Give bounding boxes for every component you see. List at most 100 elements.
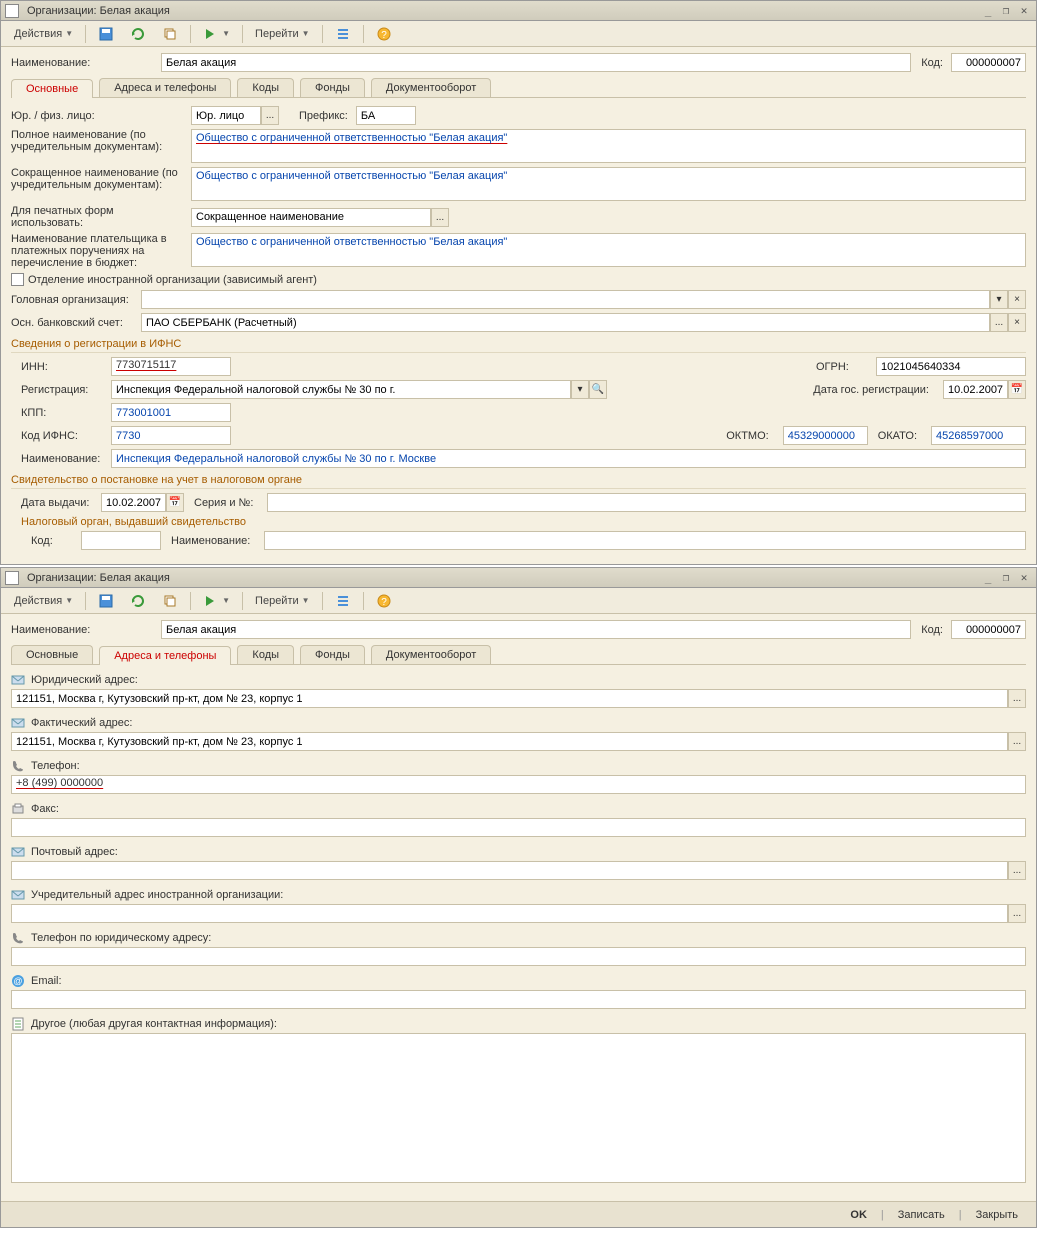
name-input[interactable] <box>161 53 911 72</box>
refresh-icon-button[interactable] <box>123 24 153 44</box>
other-textarea[interactable] <box>11 1033 1026 1183</box>
list-icon-button[interactable] <box>328 591 358 611</box>
legal-addr-input[interactable] <box>11 689 1008 708</box>
printform-more-button[interactable]: ... <box>431 208 449 227</box>
entity-select[interactable] <box>191 106 261 125</box>
ogrn-input[interactable] <box>876 357 1026 376</box>
goto-icon-button[interactable]: ▼ <box>196 591 237 611</box>
tab-addresses[interactable]: Адреса и телефоны <box>99 78 231 97</box>
foreign-addr-more-button[interactable]: ... <box>1008 904 1026 923</box>
inn-label: ИНН: <box>21 361 111 373</box>
printform-select[interactable] <box>191 208 431 227</box>
certname-input[interactable] <box>264 531 1026 550</box>
close-button[interactable]: ✕ <box>1016 571 1032 585</box>
separator <box>242 25 243 43</box>
help-icon-button[interactable]: ? <box>369 24 399 44</box>
phone-label: Телефон: <box>31 760 88 772</box>
goto-menu[interactable]: Перейти▼ <box>248 591 317 611</box>
inn-input[interactable]: 7730715117 <box>111 357 231 376</box>
save-button[interactable]: Записать <box>890 1207 953 1223</box>
bank-input[interactable] <box>141 313 990 332</box>
minimize-button[interactable]: _ <box>980 571 996 585</box>
kpp-input[interactable] <box>111 403 231 422</box>
phone-input[interactable]: +8 (499) 0000000 <box>11 775 1026 794</box>
okato-input[interactable] <box>931 426 1026 445</box>
payer-input[interactable]: Общество с ограниченной ответственностью… <box>191 233 1026 267</box>
address-icon <box>11 888 25 902</box>
refresh-icon-button[interactable] <box>123 591 153 611</box>
list-icon-button[interactable] <box>328 24 358 44</box>
legal-addr-more-button[interactable]: ... <box>1008 689 1026 708</box>
tab-main[interactable]: Основные <box>11 645 93 664</box>
tab-docs[interactable]: Документооборот <box>371 78 491 97</box>
close-button[interactable]: ✕ <box>1016 4 1032 18</box>
certdate-calendar-button[interactable]: 📅 <box>166 493 184 512</box>
window-title: Организации: Белая акация <box>23 572 978 584</box>
postal-addr-more-button[interactable]: ... <box>1008 861 1026 880</box>
foreign-addr-input[interactable] <box>11 904 1008 923</box>
help-icon-button[interactable]: ? <box>369 591 399 611</box>
prefix-input[interactable] <box>356 106 416 125</box>
postal-addr-label: Почтовый адрес: <box>31 846 126 858</box>
other-label: Другое (любая другая контактная информац… <box>31 1018 285 1030</box>
tab-funds[interactable]: Фонды <box>300 645 365 664</box>
regdate-calendar-button[interactable]: 📅 <box>1008 380 1026 399</box>
tab-funds[interactable]: Фонды <box>300 78 365 97</box>
tab-addresses[interactable]: Адреса и телефоны <box>99 646 231 665</box>
oktmo-input[interactable] <box>783 426 868 445</box>
headorg-dropdown-button[interactable]: ▾ <box>990 290 1008 309</box>
headorg-clear-button[interactable]: × <box>1008 290 1026 309</box>
fax-input[interactable] <box>11 818 1026 837</box>
actual-addr-input[interactable] <box>11 732 1008 751</box>
foreign-checkbox[interactable] <box>11 273 24 286</box>
tab-docs[interactable]: Документооборот <box>371 645 491 664</box>
ifnsname-input[interactable] <box>111 449 1026 468</box>
regdate-input[interactable] <box>943 380 1008 399</box>
legalphone-input[interactable] <box>11 947 1026 966</box>
okato-label: ОКАТО: <box>878 430 925 442</box>
goto-menu[interactable]: Перейти▼ <box>248 24 317 44</box>
reg-input[interactable] <box>111 380 571 399</box>
reg-dropdown-button[interactable]: ▾ <box>571 380 589 399</box>
goto-icon-button[interactable]: ▼ <box>196 24 237 44</box>
reg-search-button[interactable]: 🔍 <box>589 380 607 399</box>
fullname-input[interactable]: Общество с ограниченной ответственностью… <box>191 129 1026 163</box>
maximize-button[interactable]: ❐ <box>998 571 1014 585</box>
certdate-input[interactable] <box>101 493 166 512</box>
certcode-input[interactable] <box>81 531 161 550</box>
copy-icon-button[interactable] <box>155 591 185 611</box>
code-input[interactable] <box>951 620 1026 639</box>
entity-more-button[interactable]: ... <box>261 106 279 125</box>
note-icon <box>11 1017 25 1031</box>
name-label: Наименование: <box>11 624 161 636</box>
bank-clear-button[interactable]: × <box>1008 313 1026 332</box>
ok-button[interactable]: OK <box>842 1207 875 1223</box>
tab-codes[interactable]: Коды <box>237 78 294 97</box>
headorg-input[interactable] <box>141 290 990 309</box>
postal-addr-input[interactable] <box>11 861 1008 880</box>
tab-codes[interactable]: Коды <box>237 645 294 664</box>
separator <box>85 592 86 610</box>
fullname-label: Полное наименование (по учредительным до… <box>11 129 191 153</box>
tab-main[interactable]: Основные <box>11 79 93 98</box>
email-input[interactable] <box>11 990 1026 1009</box>
copy-icon-button[interactable] <box>155 24 185 44</box>
ifnscode-input[interactable] <box>111 426 231 445</box>
bank-more-button[interactable]: ... <box>990 313 1008 332</box>
minimize-button[interactable]: _ <box>980 4 996 18</box>
separator <box>190 592 191 610</box>
save-icon-button[interactable] <box>91 24 121 44</box>
ogrn-label: ОГРН: <box>816 361 876 373</box>
maximize-button[interactable]: ❐ <box>998 4 1014 18</box>
actions-menu[interactable]: Действия▼ <box>7 24 80 44</box>
certseries-input[interactable] <box>267 493 1026 512</box>
actual-addr-more-button[interactable]: ... <box>1008 732 1026 751</box>
close-button[interactable]: Закрыть <box>968 1207 1026 1223</box>
save-icon-button[interactable] <box>91 591 121 611</box>
reg-label: Регистрация: <box>21 384 111 396</box>
code-input[interactable] <box>951 53 1026 72</box>
actual-addr-label: Фактический адрес: <box>31 717 140 729</box>
name-input[interactable] <box>161 620 911 639</box>
actions-menu[interactable]: Действия▼ <box>7 591 80 611</box>
shortname-input[interactable]: Общество с ограниченной ответственностью… <box>191 167 1026 201</box>
